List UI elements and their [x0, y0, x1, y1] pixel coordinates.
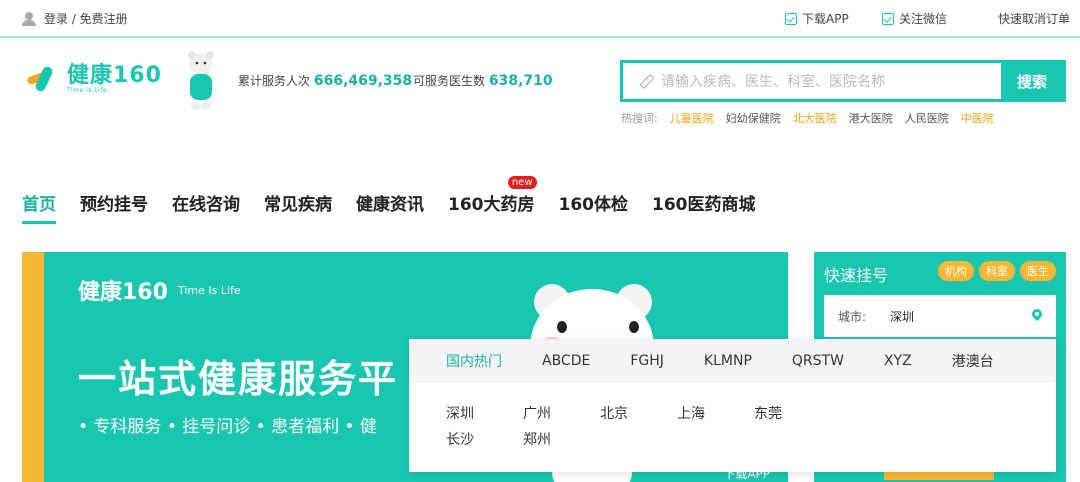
nav-item[interactable]: 160大药房 new	[448, 176, 537, 224]
login-label: 登录 / 免费注册	[44, 12, 128, 26]
nav-item-label: 在线咨询	[172, 195, 240, 215]
doctor-count: 可服务医生数 638,710	[413, 72, 553, 89]
city-option[interactable]: 广州	[523, 403, 600, 423]
quick-registration-tags: 机构 科室 医生	[938, 261, 1056, 281]
follow-wechat-link[interactable]: 关注微信	[882, 10, 947, 27]
served-count: 累计服务人次 666,469,358	[238, 72, 412, 89]
hot-search-label: 热搜词:	[621, 112, 658, 125]
city-letter-tabs: 国内热门 ABCDE FGHJ KLMNP QRSTW XYZ 港澳台	[409, 339, 1056, 383]
site-logo[interactable]: 健康160 Time is Life	[26, 62, 162, 94]
city-letter-tab[interactable]: 港澳台	[952, 351, 994, 371]
served-count-label: 累计服务人次	[238, 74, 311, 88]
search-input[interactable]: 请输入疾病、医生、科室、医院名称	[623, 63, 1001, 99]
hot-word-link[interactable]: 儿童医院	[670, 110, 714, 126]
served-count-value: 666,469,358	[313, 73, 413, 89]
login-link[interactable]: 登录 / 免费注册	[22, 10, 128, 27]
hot-search-words: 热搜词: 儿童医院 妇幼保健院 北大医院 港大医院 人民医院 中医院	[621, 110, 994, 126]
city-letter-tab[interactable]: 国内热门	[446, 351, 502, 371]
quick-tag-button[interactable]: 医生	[1020, 261, 1056, 281]
city-letter-tab[interactable]: FGHJ	[630, 353, 664, 369]
hot-word-link[interactable]: 人民医院	[905, 110, 949, 126]
doctor-count-label: 可服务医生数	[413, 74, 486, 88]
pencil-icon	[639, 74, 653, 88]
nav-item-label: 健康资讯	[356, 195, 424, 215]
search-placeholder: 请输入疾病、医生、科室、医院名称	[661, 74, 885, 90]
nav-item-label: 160体检	[558, 195, 629, 215]
top-bar: 登录 / 免费注册 下载APP 关注微信 快速取消订单	[0, 0, 1080, 38]
city-option[interactable]: 深圳	[446, 403, 523, 423]
banner-headline: 一站式健康服务平	[78, 357, 399, 401]
city-label: 城市:	[838, 309, 867, 324]
nav-item[interactable]: 健康资讯	[356, 190, 424, 224]
nav-item-label: 首页	[22, 195, 56, 215]
city-letter-tab[interactable]: XYZ	[884, 353, 912, 369]
city-option[interactable]: 长沙	[446, 429, 523, 449]
logo-icon	[26, 64, 61, 94]
nav-item-label: 160医药商城	[652, 195, 756, 215]
city-letter-tab[interactable]: ABCDE	[542, 353, 590, 369]
nav-item-label: 160大药房	[448, 195, 535, 215]
search-box: 请输入疾病、医生、科室、医院名称 搜索	[620, 60, 1066, 102]
download-app-label: 下载APP	[802, 12, 849, 26]
quick-tag-button[interactable]: 科室	[979, 261, 1015, 281]
banner-logo-tag: Time Is Life	[177, 283, 241, 297]
banner-logo: 健康160 Time Is Life	[78, 274, 241, 306]
download-app-link[interactable]: 下载APP	[785, 10, 849, 27]
logo-text: 健康160	[67, 62, 162, 88]
logo-subtitle: Time is Life	[67, 86, 108, 94]
city-letter-tab[interactable]: QRSTW	[792, 353, 844, 369]
location-pin-icon[interactable]	[1032, 309, 1042, 323]
hot-word-link[interactable]: 港大医院	[849, 110, 893, 126]
search-button[interactable]: 搜索	[1001, 63, 1063, 99]
city-letter-tab[interactable]: KLMNP	[704, 353, 752, 369]
follow-wechat-label: 关注微信	[899, 12, 948, 26]
main-nav: 首页 预约挂号 在线咨询 常见疾病 健康资讯 160大药房 new 160体检 160医药商城	[22, 176, 756, 224]
city-option[interactable]: 上海	[677, 403, 754, 423]
quick-tag-button[interactable]: 机构	[938, 261, 974, 281]
nav-item[interactable]: 在线咨询	[172, 190, 240, 224]
cancel-order-label: 快速取消订单	[998, 12, 1071, 26]
user-icon	[22, 11, 36, 26]
city-selector[interactable]: 城市: 深圳	[824, 295, 1056, 337]
hot-word-link[interactable]: 中医院	[961, 110, 994, 126]
cancel-order-link[interactable]: 快速取消订单	[998, 10, 1070, 27]
banner-logo-text: 健康160	[78, 280, 168, 305]
checkbox-icon	[882, 12, 894, 25]
city-option[interactable]: 东莞	[754, 403, 831, 423]
new-badge: new	[507, 176, 537, 189]
city-dropdown: 国内热门 ABCDE FGHJ KLMNP QRSTW XYZ 港澳台 深圳 广州 北京 上海 东莞…	[409, 339, 1056, 472]
quick-registration-title: 快速挂号	[824, 266, 889, 285]
mascot-icon	[188, 51, 214, 110]
city-value: 深圳	[890, 309, 915, 324]
nav-item[interactable]: 预约挂号	[80, 190, 148, 224]
nav-item-label: 预约挂号	[80, 195, 148, 215]
city-option[interactable]: 郑州	[523, 429, 600, 449]
banner-bullets: • 专科服务 • 挂号问诊 • 患者福利 • 健	[78, 417, 377, 437]
nav-item[interactable]: 160体检	[559, 190, 629, 224]
hot-word-link[interactable]: 妇幼保健院	[726, 110, 781, 126]
city-list: 深圳 广州 北京 上海 东莞长沙 郑州	[409, 383, 879, 449]
doctor-count-value: 638,710	[488, 73, 553, 89]
nav-item[interactable]: 160医药商城	[652, 190, 756, 224]
header: 健康160 Time is Life 累计服务人次 666,469,358 可服…	[0, 40, 1080, 140]
nav-item-label: 常见疾病	[264, 195, 332, 215]
hot-word-link[interactable]: 北大医院	[793, 110, 837, 126]
nav-item[interactable]: 常见疾病	[264, 190, 332, 224]
checkbox-icon	[785, 12, 797, 25]
nav-item[interactable]: 首页	[22, 190, 56, 224]
banner-accent-strip	[22, 252, 44, 482]
city-option[interactable]: 北京	[600, 403, 677, 423]
